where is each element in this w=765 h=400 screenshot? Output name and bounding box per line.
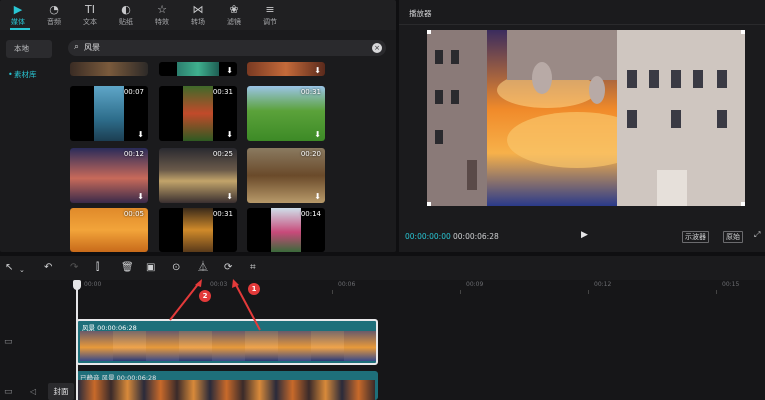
annotation-badge-1: 1 (248, 283, 260, 295)
video-editor-window: ▶媒体 ◔音频 TI文本 ◐贴纸 ☆特效 ⋈转场 ❀滤镜 ≡调节 本地 素材库 … (0, 0, 765, 400)
annotation-badge-2: 2 (199, 290, 211, 302)
annotation-arrows (169, 279, 261, 331)
